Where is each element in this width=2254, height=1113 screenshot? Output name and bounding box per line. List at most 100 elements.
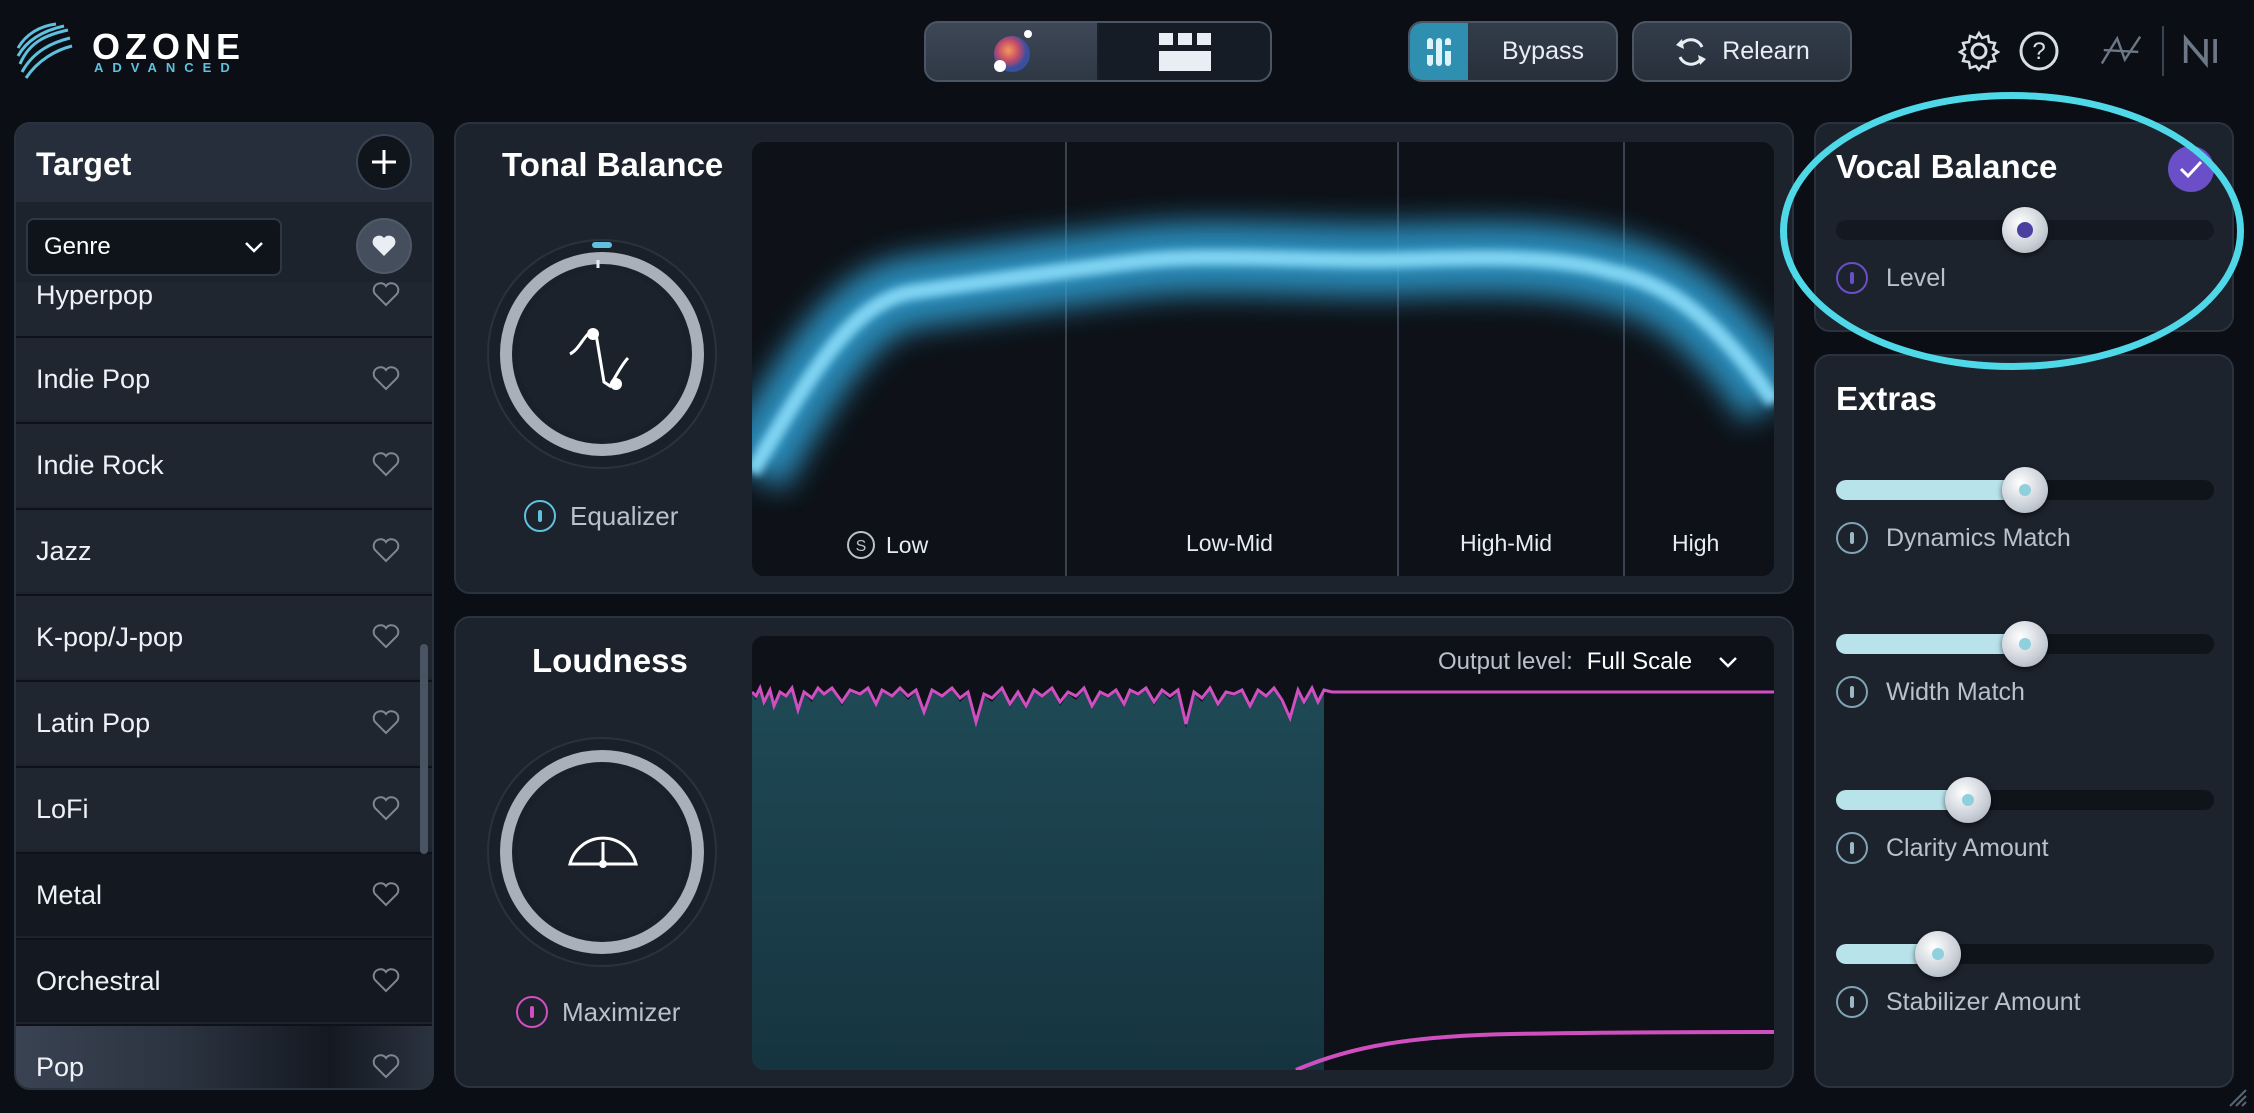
width-match-label: Width Match xyxy=(1886,677,2025,706)
list-item-label: Indie Pop xyxy=(36,363,151,394)
bypass-label: Bypass xyxy=(1502,37,1584,65)
clarity-amount-power-icon[interactable] xyxy=(1836,832,1868,864)
genre-dropdown-value: Genre xyxy=(44,233,111,260)
equalizer-power-icon[interactable] xyxy=(524,500,556,532)
loudness-graph: Output level: Full Scale xyxy=(752,636,1774,1070)
heart-outline-icon[interactable] xyxy=(372,710,400,736)
extras-panel: Extras Dynamics Match Width Match Clarit… xyxy=(1814,354,2234,1088)
band-high-mid-label[interactable]: High-Mid xyxy=(1460,530,1552,557)
stabilizer-amount-power-icon[interactable] xyxy=(1836,986,1868,1018)
heart-outline-icon[interactable] xyxy=(372,968,400,994)
stabilizer-amount-slider[interactable] xyxy=(1836,931,2214,977)
thumb-dot xyxy=(2019,638,2031,650)
izotope-brand-icon[interactable] xyxy=(2098,28,2144,74)
dynamics-match-label: Dynamics Match xyxy=(1886,523,2071,552)
band-low[interactable]: S Low xyxy=(846,530,928,560)
relearn-label: Relearn xyxy=(1722,37,1810,65)
vocal-level-row: Level xyxy=(1836,262,1946,294)
chevron-down-icon xyxy=(245,242,263,253)
native-instruments-icon[interactable] xyxy=(2182,28,2228,74)
list-item[interactable]: Metal xyxy=(16,852,432,936)
vocal-level-slider[interactable] xyxy=(1836,207,2214,253)
app-logo-subtitle: ADVANCED xyxy=(94,60,239,75)
list-item[interactable]: Indie Pop xyxy=(16,336,432,420)
list-item-label: K-pop/J-pop xyxy=(36,621,184,652)
heart-outline-icon[interactable] xyxy=(372,366,400,392)
list-item-label: Pop xyxy=(36,1051,85,1082)
stabilizer-amount-label: Stabilizer Amount xyxy=(1886,987,2081,1016)
width-match-slider[interactable] xyxy=(1836,621,2214,667)
list-item[interactable]: K-pop/J-pop xyxy=(16,594,432,678)
list-item[interactable]: Hyperpop xyxy=(16,282,432,336)
vocal-level-thumb-dot xyxy=(2017,222,2033,238)
heart-outline-icon[interactable] xyxy=(372,624,400,650)
list-item-selected[interactable]: Pop xyxy=(16,1024,432,1088)
clarity-amount-thumb[interactable] xyxy=(1945,777,1992,823)
maximizer-caption: Maximizer xyxy=(516,996,680,1028)
vocal-balance-panel: Vocal Balance Level xyxy=(1814,122,2234,332)
modules-view-button[interactable] xyxy=(1097,23,1270,80)
width-match-power-icon[interactable] xyxy=(1836,676,1868,708)
toolbar-divider xyxy=(2162,26,2164,76)
list-item-label: Metal xyxy=(36,879,103,910)
help-icon[interactable]: ? xyxy=(2016,28,2062,74)
heart-outline-icon[interactable] xyxy=(372,452,400,478)
list-item-label: Latin Pop xyxy=(36,707,151,738)
list-item[interactable]: Latin Pop xyxy=(16,680,432,764)
vocal-balance-enable-checkbox[interactable] xyxy=(2168,146,2214,192)
heart-outline-icon[interactable] xyxy=(372,882,400,908)
heart-outline-icon[interactable] xyxy=(372,538,400,564)
list-item-label: Jazz xyxy=(36,535,92,566)
dynamics-match-power-icon[interactable] xyxy=(1836,522,1868,554)
vocal-level-thumb[interactable] xyxy=(2002,207,2048,253)
list-item[interactable]: Orchestral xyxy=(16,938,432,1022)
favorites-filter-button[interactable] xyxy=(356,218,412,274)
target-list-scrollbar[interactable] xyxy=(420,644,428,854)
vocal-level-power-icon[interactable] xyxy=(1836,262,1868,294)
list-item[interactable]: Indie Rock xyxy=(16,422,432,506)
equalizer-caption: Equalizer xyxy=(524,500,678,532)
equalizer-knob[interactable] xyxy=(486,238,718,470)
svg-text:S: S xyxy=(856,538,867,555)
svg-text:?: ? xyxy=(2032,38,2045,65)
add-target-button[interactable] xyxy=(356,134,412,190)
relearn-button[interactable]: Relearn xyxy=(1632,21,1852,82)
list-item-label: Indie Rock xyxy=(36,449,164,480)
heart-outline-icon[interactable] xyxy=(372,1054,400,1080)
modules-grid-icon xyxy=(1158,32,1211,71)
target-list: Hyperpop Indie Pop Indie Rock Jazz K-pop… xyxy=(16,282,432,1088)
maximizer-knob[interactable] xyxy=(486,736,718,968)
view-switcher xyxy=(924,21,1272,82)
genre-dropdown[interactable]: Genre xyxy=(26,218,282,276)
heart-outline-icon[interactable] xyxy=(372,796,400,822)
band-high-label[interactable]: High xyxy=(1672,530,1719,557)
list-item-label: LoFi xyxy=(36,793,89,824)
equalizer-label: Equalizer xyxy=(570,500,679,531)
resize-handle-icon[interactable] xyxy=(2226,1086,2248,1113)
meter-toggle-icon[interactable] xyxy=(1410,23,1468,80)
dynamics-match-row: Dynamics Match xyxy=(1836,522,2071,554)
bypass-button[interactable]: Bypass xyxy=(1408,21,1618,82)
dynamics-match-thumb[interactable] xyxy=(2002,467,2048,513)
solo-icon[interactable]: S xyxy=(846,530,876,560)
width-match-thumb[interactable] xyxy=(2002,621,2048,667)
vocal-level-label: Level xyxy=(1886,263,1946,292)
stabilizer-amount-thumb[interactable] xyxy=(1915,931,1962,977)
plus-icon xyxy=(372,150,396,174)
loudness-title: Loudness xyxy=(532,642,688,679)
band-low-label: Low xyxy=(886,531,929,558)
width-match-fill xyxy=(1836,634,2025,654)
heart-outline-icon[interactable] xyxy=(372,282,400,308)
clarity-amount-row: Clarity Amount xyxy=(1836,832,2049,864)
list-item[interactable]: Jazz xyxy=(16,508,432,592)
clarity-amount-label: Clarity Amount xyxy=(1886,833,2049,862)
band-low-mid-label[interactable]: Low-Mid xyxy=(1186,530,1273,557)
dynamics-match-slider[interactable] xyxy=(1836,467,2214,513)
clarity-amount-slider[interactable] xyxy=(1836,777,2214,823)
tonal-balance-title: Tonal Balance xyxy=(502,146,724,183)
settings-gear-icon[interactable] xyxy=(1956,28,2002,74)
maximizer-power-icon[interactable] xyxy=(516,996,548,1028)
list-item[interactable]: LoFi xyxy=(16,766,432,850)
assistant-orb-icon xyxy=(993,29,1032,72)
assistant-view-button[interactable] xyxy=(926,23,1097,80)
